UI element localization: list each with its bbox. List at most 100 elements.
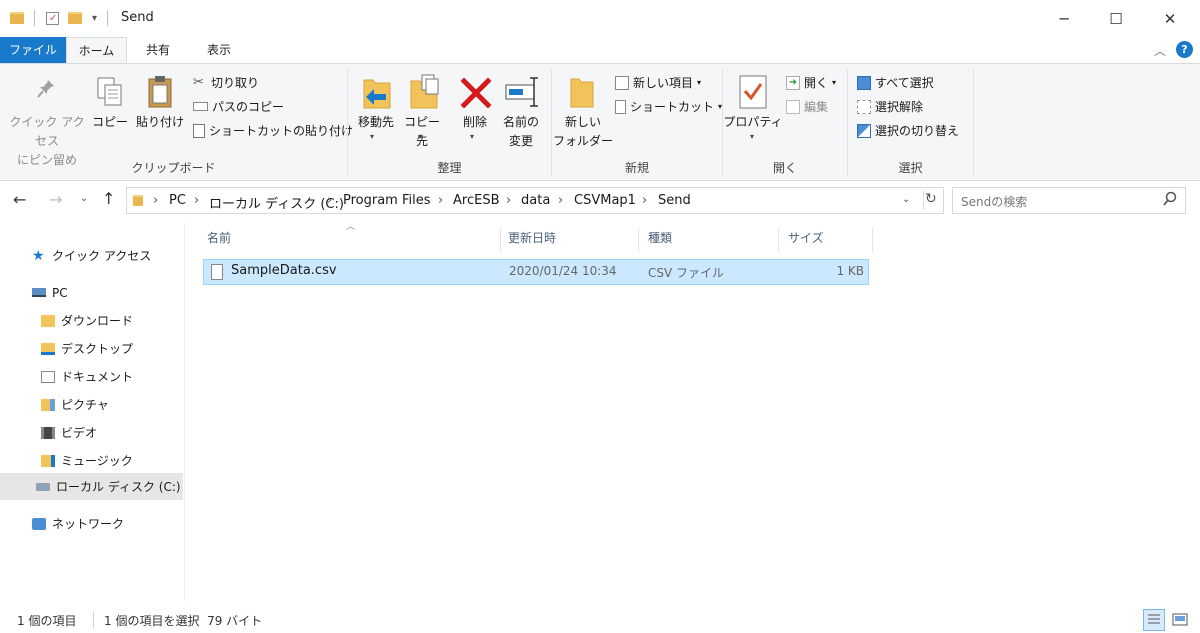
breadcrumb-separator: › (194, 193, 200, 208)
cut-label: 切り取り (211, 76, 260, 90)
breadcrumb-arcesb[interactable]: ArcESB (453, 193, 499, 208)
refresh-icon[interactable]: ↻ (925, 191, 937, 207)
dropdown-icon: ▾ (370, 132, 375, 141)
search-input[interactable]: Sendの検索 (961, 193, 1027, 210)
search-box[interactable]: Sendの検索 (952, 187, 1186, 214)
nav-quick-access[interactable]: ★ クイック アクセス (0, 242, 183, 269)
tab-view[interactable]: 表示 (191, 37, 247, 63)
select-all-button[interactable]: すべて選択 (857, 74, 934, 91)
nav-downloads[interactable]: ダウンロード (0, 307, 183, 334)
nav-local-disk[interactable]: ローカル ディスク (C:) (0, 473, 183, 500)
file-icon (211, 264, 223, 280)
breadcrumb-pc[interactable]: PC (169, 193, 186, 208)
select-none-label: 選択解除 (875, 100, 924, 114)
edit-button[interactable]: 編集 (786, 98, 828, 115)
pin-icon (36, 78, 56, 100)
new-folder-button[interactable]: 新しい フォルダー (552, 113, 614, 151)
column-header-type[interactable]: 種類 (640, 228, 779, 252)
breadcrumb-local-disk[interactable]: ローカル ディスク (C:) (209, 193, 344, 212)
properties-button[interactable]: プロパティ (722, 113, 784, 132)
nav-desktop[interactable]: デスクトップ (0, 335, 183, 362)
recent-locations-icon[interactable]: ⌄ (80, 193, 88, 204)
selection-info: 1 個の項目を選択 79 バイト (104, 614, 263, 628)
folder-icon (10, 12, 24, 24)
star-icon: ★ (32, 247, 45, 264)
copy-path-button[interactable]: パスのコピー (193, 98, 284, 115)
open-label: 開く (804, 76, 829, 90)
qat-dropdown-icon[interactable]: ▾ (92, 13, 97, 24)
address-bar[interactable]: › PC › ローカル ディスク (C:) › Program Files › … (126, 187, 944, 214)
delete-button[interactable]: 削除 (456, 113, 494, 132)
tab-home[interactable]: ホーム (66, 37, 127, 64)
select-all-label: すべて選択 (875, 76, 934, 90)
breadcrumb-program-files[interactable]: Program Files (343, 193, 431, 208)
file-size: 1 KB (836, 264, 864, 278)
breadcrumb-data[interactable]: data (521, 193, 550, 208)
nav-pc[interactable]: PC (0, 279, 183, 306)
rename-button[interactable]: 名前の 変更 (496, 113, 546, 151)
paste-shortcut-icon (193, 123, 205, 138)
paste-shortcut-button[interactable]: ショートカットの貼り付け (193, 122, 353, 139)
select-all-icon (857, 75, 871, 90)
up-icon[interactable]: ↑ (102, 189, 115, 208)
nav-pictures-label: ピクチャ (61, 398, 109, 412)
nav-documents[interactable]: ドキュメント (0, 363, 183, 390)
nav-videos[interactable]: ビデオ (0, 419, 183, 446)
collapse-ribbon-icon[interactable]: ︿ (1154, 42, 1166, 59)
open-button[interactable]: ➜ 開く ▾ (786, 74, 836, 91)
nav-videos-label: ビデオ (61, 426, 98, 440)
properties-check-icon[interactable]: ✓ (46, 11, 59, 25)
nav-pictures[interactable]: ピクチャ (0, 391, 183, 418)
file-date: 2020/01/24 10:34 (509, 264, 617, 278)
help-icon[interactable]: ? (1176, 41, 1193, 58)
move-to-icon (362, 74, 394, 110)
tab-share[interactable]: 共有 (130, 37, 186, 63)
cut-button[interactable]: ✂ 切り取り (193, 74, 259, 91)
status-bar: 1 個の項目 1 個の項目を選択 79 バイト (0, 606, 1200, 633)
new-item-icon (615, 75, 629, 90)
new-folder-label-2: フォルダー (552, 134, 613, 148)
details-view-icon[interactable] (1143, 609, 1165, 631)
column-header-date[interactable]: 更新日時 (502, 228, 639, 252)
downloads-icon (41, 314, 55, 327)
dropdown-icon: ▾ (750, 132, 755, 141)
nav-local-disk-label: ローカル ディスク (C:) (56, 480, 181, 494)
paste-button[interactable]: 貼り付け (134, 113, 186, 132)
ribbon: クイック アクセス にピン留め コピー 貼り付け ✂ 切り取り パスのコピー シ… (0, 63, 1200, 181)
address-history-icon[interactable]: ⌄ (902, 194, 910, 205)
copy-icon (96, 76, 124, 108)
maximize-button[interactable]: ☐ (1088, 0, 1144, 37)
close-button[interactable]: ✕ (1142, 0, 1198, 37)
move-to-button[interactable]: 移動先 (352, 113, 400, 132)
search-icon[interactable] (1163, 191, 1177, 206)
nav-music[interactable]: ミュージック (0, 447, 183, 474)
breadcrumb-csvmap1[interactable]: CSVMap1 (574, 193, 636, 208)
column-header-name[interactable]: 名前 (203, 228, 501, 252)
invert-selection-button[interactable]: 選択の切り替え (857, 122, 959, 139)
column-header-size[interactable]: サイズ (780, 228, 873, 252)
desktop-icon (41, 342, 55, 355)
rename-label-2: 変更 (508, 134, 533, 148)
back-icon[interactable]: ← (13, 190, 26, 209)
copy-path-label: パスのコピー (212, 100, 285, 114)
minimize-button[interactable]: ─ (1036, 0, 1092, 37)
new-folder-icon[interactable] (68, 12, 82, 24)
select-none-button[interactable]: 選択解除 (857, 98, 923, 115)
shortcut-label: ショートカット (630, 100, 715, 114)
new-item-button[interactable]: 新しい項目 ▾ (615, 74, 701, 91)
music-icon (41, 454, 55, 467)
breadcrumb-send[interactable]: Send (658, 193, 691, 208)
pictures-icon (41, 398, 55, 411)
documents-icon (41, 370, 55, 383)
new-folder-label-1: 新しい (564, 115, 601, 129)
nav-quick-access-label: クイック アクセス (52, 249, 152, 263)
properties-icon (738, 74, 768, 110)
group-label-open: 開く (772, 161, 797, 175)
tab-file[interactable]: ファイル (0, 37, 66, 63)
shortcut-button[interactable]: ショートカット ▾ (615, 98, 722, 115)
forward-icon[interactable]: → (49, 190, 62, 209)
copy-button[interactable]: コピー (92, 113, 128, 132)
nav-network[interactable]: ネットワーク (0, 510, 183, 537)
table-row[interactable]: SampleData.csv 2020/01/24 10:34 CSV ファイル… (203, 259, 869, 285)
large-icons-view-icon[interactable] (1171, 611, 1189, 628)
